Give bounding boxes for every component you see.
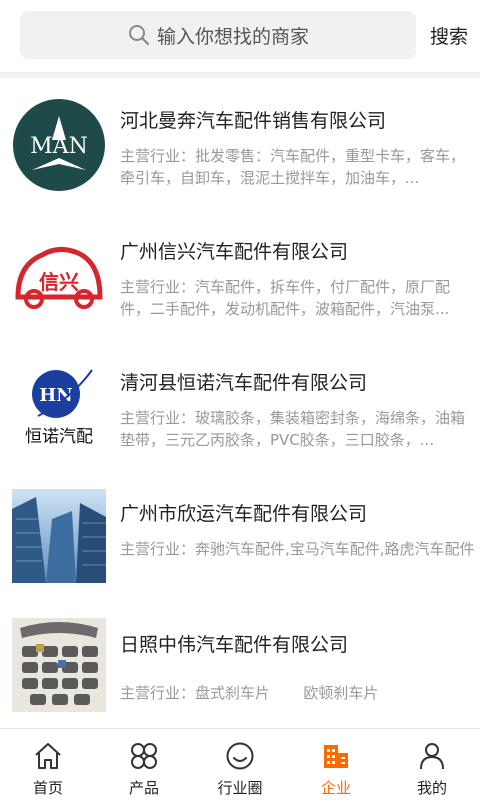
- tab-label: 行业圈: [217, 779, 263, 797]
- building-icon: [324, 745, 348, 768]
- company-name[interactable]: 清河县恒诺汽车配件有限公司: [120, 368, 367, 395]
- company-name[interactable]: 广州市欣运汽车配件有限公司: [120, 499, 367, 526]
- company-photo: [12, 618, 106, 712]
- company-description: 主营行业：批发零售：汽车配件，重型卡车，客车，牵引车，自卸车，混泥土搅拌车，加油…: [120, 147, 466, 187]
- company-logo: MAN: [12, 98, 106, 192]
- home-icon: [35, 743, 61, 769]
- top-bar: 输入你想找的商家 搜索: [0, 0, 480, 72]
- search-button[interactable]: 搜索: [430, 22, 468, 49]
- company-description: 主营行业：汽车配件，拆车件，付厂配件，原厂配件，二手配件，发动机配件，波箱配件，…: [120, 278, 451, 318]
- search-icon: [128, 25, 150, 46]
- company-photo: [12, 489, 106, 583]
- tab-products[interactable]: 产品: [96, 729, 192, 801]
- tab-home[interactable]: 首页: [0, 729, 96, 801]
- company-description: 主营行业：盘式刹车片 欧顿刹车片: [120, 684, 379, 702]
- list-item[interactable]: 日照中伟汽车配件有限公司 主营行业：盘式刹车片 欧顿刹车片: [0, 602, 480, 728]
- tab-mine[interactable]: 我的: [384, 729, 480, 801]
- smile-icon: [226, 742, 254, 770]
- tab-label: 产品: [128, 779, 159, 797]
- tab-label: 我的: [416, 779, 447, 797]
- company-logo: 信兴: [12, 227, 106, 321]
- company-name[interactable]: 河北曼奔汽车配件销售有限公司: [120, 106, 386, 133]
- tab-label: 企业: [320, 779, 351, 797]
- list-item[interactable]: MAN 河北曼奔汽车配件销售有限公司 主营行业：批发零售：汽车配件，重型卡车，客…: [0, 78, 480, 208]
- company-list: MAN 河北曼奔汽车配件销售有限公司 主营行业：批发零售：汽车配件，重型卡车，客…: [0, 78, 480, 728]
- list-item[interactable]: HN 恒诺汽配 清河县恒诺汽车配件有限公司 主营行业：玻璃胶条，集装箱密封条，海…: [0, 340, 480, 470]
- user-icon: [420, 743, 444, 770]
- tab-enterprise[interactable]: 企业: [288, 729, 384, 801]
- company-name[interactable]: 日照中伟汽车配件有限公司: [120, 630, 348, 657]
- grid-icon: [131, 743, 157, 769]
- search-box[interactable]: 输入你想找的商家: [20, 11, 416, 59]
- company-description: 主营行业：奔驰汽车配件,宝马汽车配件,路虎汽车配件: [120, 540, 475, 558]
- logo-text: 信兴: [39, 270, 79, 294]
- bottom-tab-bar: 首页 产品 行业圈 企业 我的: [0, 728, 480, 801]
- list-item[interactable]: 信兴 广州信兴汽车配件有限公司 主营行业：汽车配件，拆车件，付厂配件，原厂配件，…: [0, 209, 480, 339]
- list-item[interactable]: 广州市欣运汽车配件有限公司 主营行业：奔驰汽车配件,宝马汽车配件,路虎汽车配件: [0, 471, 480, 601]
- company-logo: HN 恒诺汽配: [12, 358, 106, 452]
- logo-caption: 恒诺汽配: [25, 427, 93, 447]
- search-input[interactable]: 输入你想找的商家: [157, 22, 309, 49]
- company-description: 主营行业：玻璃胶条，集装箱密封条，海绵条，油箱垫带，三元乙丙胶条，PVC胶条，三…: [120, 409, 466, 449]
- tab-industry-circle[interactable]: 行业圈: [192, 729, 288, 801]
- tab-label: 首页: [32, 779, 63, 797]
- company-name[interactable]: 广州信兴汽车配件有限公司: [120, 237, 348, 264]
